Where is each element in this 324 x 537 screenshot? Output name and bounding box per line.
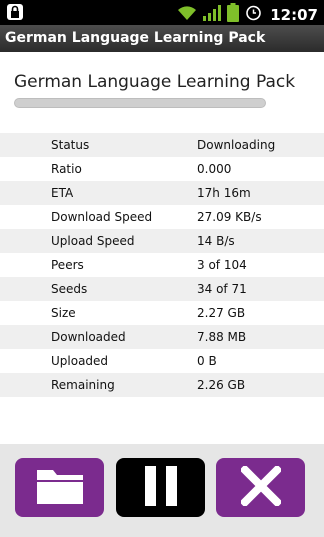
status-bar: 12:07 bbox=[0, 0, 324, 25]
progress-bar bbox=[14, 98, 266, 108]
stat-row: ETA 17h 16m bbox=[0, 181, 324, 205]
stat-value: Downloading bbox=[197, 138, 276, 152]
stat-row: Status Downloading bbox=[0, 133, 324, 157]
stat-row: Ratio 0.000 bbox=[0, 157, 324, 181]
stat-label: Size bbox=[51, 306, 76, 320]
stats-table: Status Downloading Ratio 0.000 ETA 17h 16m Dow… bbox=[0, 133, 324, 397]
stat-label: ETA bbox=[51, 186, 74, 200]
stat-value: 27.09 KB/s bbox=[197, 210, 262, 224]
stat-row: Peers 3 of 104 bbox=[0, 253, 324, 277]
stat-row: Upload Speed 14 B/s bbox=[0, 229, 324, 253]
pause-icon bbox=[144, 465, 178, 510]
stat-row: Download Speed 27.09 KB/s bbox=[0, 205, 324, 229]
stat-label: Download Speed bbox=[51, 210, 153, 224]
stat-label: Uploaded bbox=[51, 354, 109, 368]
cancel-download-button[interactable] bbox=[216, 458, 305, 517]
stat-value: 2.26 GB bbox=[197, 378, 246, 392]
stat-row: Size 2.27 GB bbox=[0, 301, 324, 325]
wifi-icon bbox=[177, 5, 197, 25]
stat-value: 14 B/s bbox=[197, 234, 235, 248]
stat-label: Remaining bbox=[51, 378, 115, 392]
stat-value: 3 of 104 bbox=[197, 258, 247, 272]
stat-value: 7.88 MB bbox=[197, 330, 247, 344]
action-bar bbox=[0, 444, 324, 537]
stat-row: Uploaded 0 B bbox=[0, 349, 324, 373]
clock-time: 12:07 bbox=[270, 5, 318, 24]
signal-icon bbox=[203, 4, 222, 25]
stat-row: Remaining 2.26 GB bbox=[0, 373, 324, 397]
stat-label: Upload Speed bbox=[51, 234, 135, 248]
open-folder-button[interactable] bbox=[15, 458, 104, 517]
stat-label: Status bbox=[51, 138, 90, 152]
torrent-name: German Language Learning Pack bbox=[14, 72, 296, 92]
stat-row: Seeds 34 of 71 bbox=[0, 277, 324, 301]
lock-icon bbox=[6, 3, 24, 25]
stat-label: Ratio bbox=[51, 162, 82, 176]
stat-value: 0 B bbox=[197, 354, 217, 368]
stat-value: 34 of 71 bbox=[197, 282, 247, 296]
folder-icon bbox=[35, 466, 85, 510]
app-title: German Language Learning Pack bbox=[0, 25, 324, 52]
stat-label: Seeds bbox=[51, 282, 88, 296]
stat-row: Downloaded 7.88 MB bbox=[0, 325, 324, 349]
pause-button[interactable] bbox=[116, 458, 205, 517]
torrent-details: German Language Learning Pack Status Down… bbox=[0, 52, 324, 444]
stat-label: Downloaded bbox=[51, 330, 126, 344]
stat-value: 2.27 GB bbox=[197, 306, 246, 320]
close-icon bbox=[238, 463, 283, 510]
stat-value: 17h 16m bbox=[197, 186, 251, 200]
stat-value: 0.000 bbox=[197, 162, 232, 176]
alarm-icon bbox=[245, 4, 262, 25]
stat-label: Peers bbox=[51, 258, 84, 272]
battery-icon bbox=[227, 3, 240, 26]
